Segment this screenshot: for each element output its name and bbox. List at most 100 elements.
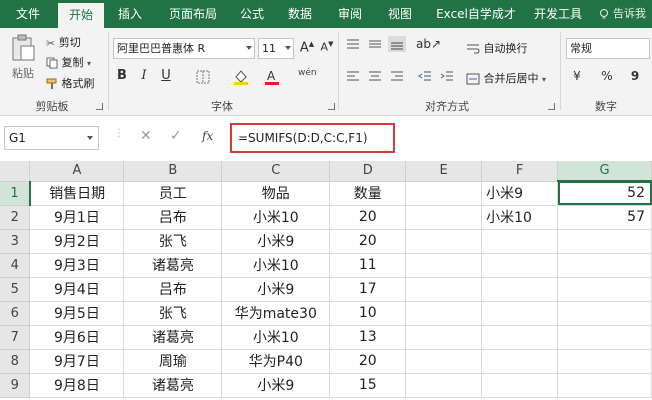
cell[interactable] [557, 301, 652, 326]
row-header[interactable]: 2 [0, 205, 31, 230]
cell[interactable] [405, 373, 483, 398]
formula-input[interactable]: =SUMIFS(D:D,C:C,F1) [230, 123, 395, 153]
column-header[interactable]: C [221, 161, 331, 182]
grow-font-button[interactable]: A▲ [298, 40, 316, 55]
increase-indent-icon[interactable] [440, 70, 454, 82]
cell[interactable]: 小米10 [221, 205, 331, 230]
select-all-corner[interactable] [0, 161, 31, 182]
wrap-text-button[interactable]: 自动换行 [466, 40, 528, 56]
row-header[interactable]: 8 [0, 349, 31, 374]
cell[interactable] [481, 373, 559, 398]
row-header[interactable]: 4 [0, 253, 31, 278]
cell[interactable] [405, 301, 483, 326]
merge-center-button[interactable]: 合并后居中 ▾ [466, 70, 546, 86]
cell[interactable]: 员工 [123, 181, 223, 206]
clipboard-launcher-icon[interactable] [96, 103, 103, 110]
cell[interactable]: 物品 [221, 181, 331, 206]
cell[interactable]: 数量 [329, 181, 407, 206]
tab-home[interactable]: 开始 [58, 3, 104, 28]
cell[interactable]: 20 [329, 229, 407, 254]
align-top-icon[interactable] [346, 38, 360, 50]
tab-excel-self-study[interactable]: Excel自学成才 [430, 0, 522, 28]
column-header[interactable]: B [123, 161, 223, 182]
cell[interactable]: 57 [557, 205, 652, 230]
cell[interactable] [405, 325, 483, 350]
alignment-launcher-icon[interactable] [548, 103, 555, 110]
cell[interactable] [405, 253, 483, 278]
shrink-font-button[interactable]: A▼ [318, 40, 336, 54]
fill-color-icon[interactable] [232, 68, 250, 86]
cell[interactable] [481, 277, 559, 302]
cell[interactable]: 华为P40 [221, 349, 331, 374]
align-left-icon[interactable] [346, 70, 360, 82]
bold-button[interactable]: B [113, 68, 131, 83]
cell[interactable]: 诸葛亮 [123, 373, 223, 398]
cell[interactable] [557, 253, 652, 278]
cell[interactable] [405, 277, 483, 302]
cell[interactable] [557, 229, 652, 254]
cell[interactable] [405, 349, 483, 374]
cell[interactable]: 9月5日 [29, 301, 125, 326]
tab-page-layout[interactable]: 页面布局 [160, 0, 226, 28]
cell[interactable]: 小米9 [221, 277, 331, 302]
cell[interactable]: 15 [329, 373, 407, 398]
column-header[interactable]: A [29, 161, 125, 182]
column-header[interactable]: E [405, 161, 483, 182]
column-header[interactable]: D [329, 161, 407, 182]
cut-button[interactable]: ✂ 剪切 [46, 34, 81, 50]
cell[interactable]: 华为mate30 [221, 301, 331, 326]
cell[interactable]: 20 [329, 205, 407, 230]
cell[interactable]: 9月6日 [29, 325, 125, 350]
row-header[interactable]: 1 [0, 181, 31, 206]
align-right-icon[interactable] [390, 70, 404, 82]
cell[interactable] [405, 205, 483, 230]
cell[interactable]: 小米10 [221, 325, 331, 350]
cell[interactable]: 11 [329, 253, 407, 278]
cell[interactable]: 张飞 [123, 301, 223, 326]
italic-button[interactable]: I [135, 68, 153, 83]
currency-button[interactable]: ¥ [568, 69, 586, 83]
cell[interactable]: 9月8日 [29, 373, 125, 398]
copy-button[interactable]: 复制 ▾ [46, 54, 91, 70]
active-cell[interactable]: 52 [557, 181, 652, 206]
cell[interactable] [557, 349, 652, 374]
tab-formulas[interactable]: 公式 [232, 0, 272, 28]
cell[interactable]: 9月7日 [29, 349, 125, 374]
cell[interactable] [405, 229, 483, 254]
cell[interactable] [557, 277, 652, 302]
cell[interactable]: 周瑜 [123, 349, 223, 374]
tab-review[interactable]: 审阅 [330, 0, 370, 28]
font-color-icon[interactable]: A [264, 68, 280, 86]
cell[interactable]: 9月4日 [29, 277, 125, 302]
cell[interactable] [557, 325, 652, 350]
align-middle-icon[interactable] [368, 38, 382, 50]
cell[interactable] [481, 301, 559, 326]
cell[interactable] [557, 373, 652, 398]
column-header[interactable]: F [481, 161, 559, 182]
cell[interactable]: 13 [329, 325, 407, 350]
cell[interactable]: 9月3日 [29, 253, 125, 278]
orientation-icon[interactable]: ab↗ [416, 37, 441, 51]
cell[interactable]: 9月2日 [29, 229, 125, 254]
font-size-combo[interactable]: 11 [258, 38, 294, 59]
format-painter-button[interactable]: 格式刷 [46, 75, 95, 91]
number-format-combo[interactable]: 常规 [566, 38, 650, 59]
row-header[interactable]: 9 [0, 373, 31, 398]
row-header[interactable]: 7 [0, 325, 31, 350]
align-center-icon[interactable] [368, 70, 382, 82]
borders-icon[interactable] [196, 70, 212, 84]
cell[interactable]: 9月1日 [29, 205, 125, 230]
cell[interactable]: 吕布 [123, 205, 223, 230]
cell[interactable]: 17 [329, 277, 407, 302]
cell[interactable]: 小米9 [221, 373, 331, 398]
cell[interactable]: 20 [329, 349, 407, 374]
cell[interactable] [481, 325, 559, 350]
align-bottom-icon[interactable] [388, 36, 406, 52]
comma-style-button[interactable]: 9 [626, 69, 644, 83]
cell[interactable] [481, 253, 559, 278]
row-header[interactable]: 6 [0, 301, 31, 326]
row-header[interactable]: 5 [0, 277, 31, 302]
column-header-selected[interactable]: G [557, 161, 652, 182]
cell[interactable]: 销售日期 [29, 181, 125, 206]
phonetic-button[interactable]: wén [298, 68, 317, 78]
